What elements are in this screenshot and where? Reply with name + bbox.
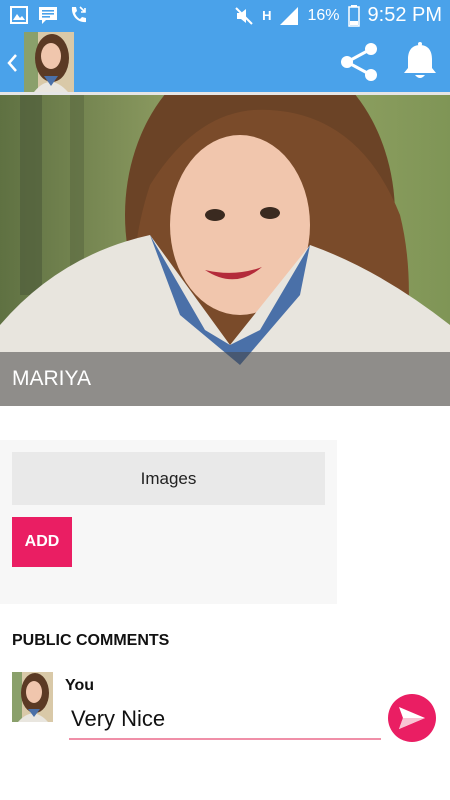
comment-author: You: [65, 677, 95, 694]
profile-name-bar: MARIYA: [0, 352, 450, 406]
status-bar: H 16% 9:52 PM: [0, 0, 450, 32]
signal-icon: [280, 6, 299, 25]
bell-icon: [404, 42, 436, 78]
clock: 9:52 PM: [367, 4, 442, 26]
missed-call-icon: [71, 6, 86, 23]
battery-icon: [347, 4, 360, 27]
status-system: H 16% 9:52 PM: [234, 4, 442, 27]
avatar-photo: [24, 32, 74, 92]
images-card: Images ADD: [0, 440, 337, 604]
status-notifications: [10, 5, 88, 25]
gallery-icon: [10, 6, 28, 24]
profile-name: MARIYA: [12, 367, 91, 390]
share-icon: [341, 43, 377, 81]
profile-avatar[interactable]: [24, 32, 74, 92]
back-button[interactable]: [4, 50, 22, 76]
message-icon: [39, 7, 57, 24]
comments-heading: PUBLIC COMMENTS: [12, 632, 170, 649]
send-icon: [399, 707, 425, 729]
battery-percent: 16%: [307, 6, 340, 24]
profile-hero-image: MARIYA: [0, 95, 450, 406]
share-button[interactable]: [338, 40, 382, 84]
notifications-button[interactable]: [400, 40, 440, 84]
comment-input[interactable]: [69, 700, 381, 740]
mute-icon: [235, 6, 253, 25]
app-bar: [0, 32, 450, 92]
chevron-left-icon: [7, 54, 17, 72]
avatar-photo: [12, 672, 53, 722]
send-button[interactable]: [388, 694, 436, 742]
images-button[interactable]: Images: [12, 452, 325, 505]
comment-avatar: [12, 672, 53, 722]
add-button[interactable]: ADD: [12, 517, 72, 567]
network-type: H: [262, 8, 272, 23]
